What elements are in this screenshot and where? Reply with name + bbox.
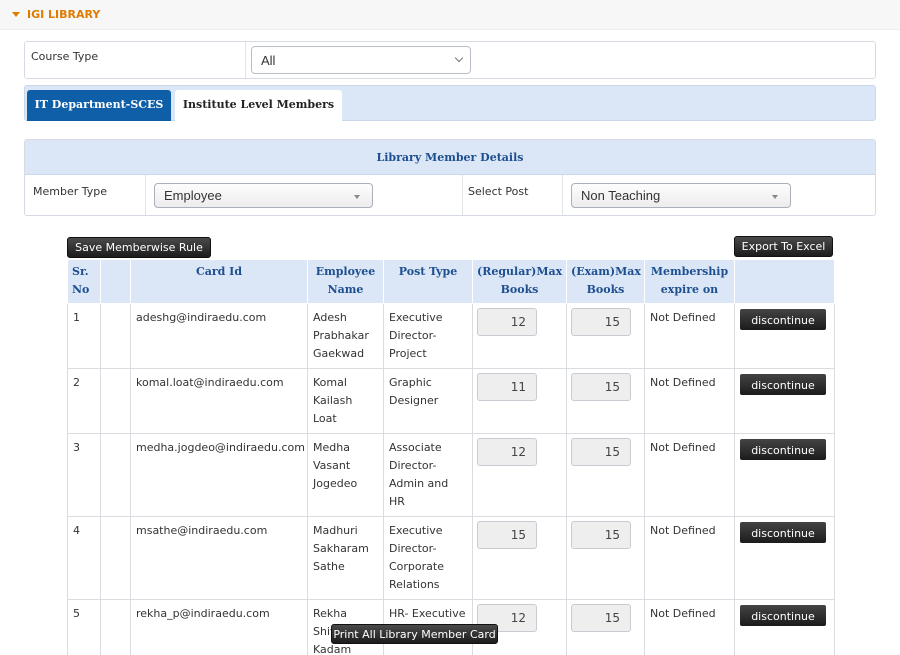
select-post-label: Select Post xyxy=(468,185,529,198)
filter-divider xyxy=(245,42,246,78)
expire-cell: Not Defined xyxy=(644,368,735,434)
sr-no-cell: 1 xyxy=(67,303,101,369)
members-table: Sr. No Card Id Employee Name Post Type (… xyxy=(67,259,835,655)
exam-max-cell: 15 xyxy=(566,599,645,655)
exam-max-cell: 15 xyxy=(566,433,645,517)
employee-name-cell: Adesh Prabhakar Gaekwad xyxy=(307,303,384,369)
employee-name-cell: Madhuri Sakharam Sathe xyxy=(307,516,384,600)
regular-max-input[interactable]: 15 xyxy=(477,521,537,549)
card-id-cell: medha.jogdeo@indiraedu.com xyxy=(130,433,308,517)
course-type-label: Course Type xyxy=(31,50,99,63)
blank-cell xyxy=(100,303,131,369)
card-id-cell: adeshg@indiraedu.com xyxy=(130,303,308,369)
post-type-cell: Executive Director-Corporate Relations xyxy=(383,516,473,600)
exam-max-cell: 15 xyxy=(566,516,645,600)
table-row: 1 adeshg@indiraedu.com Adesh Prabhakar G… xyxy=(67,303,835,369)
table-row: 4 msathe@indiraedu.com Madhuri Sakharam … xyxy=(67,516,835,600)
exam-max-input[interactable]: 15 xyxy=(571,373,631,401)
member-type-value: Employee xyxy=(164,188,222,203)
expire-cell: Not Defined xyxy=(644,599,735,655)
regular-max-cell: 11 xyxy=(472,368,567,434)
dropdown-arrow-icon xyxy=(772,195,778,199)
employee-name-cell: Medha Vasant Jogedeo xyxy=(307,433,384,517)
action-cell: discontinue xyxy=(734,368,835,434)
export-to-excel-button[interactable]: Export To Excel xyxy=(734,236,833,257)
exam-max-cell: 15 xyxy=(566,368,645,434)
sr-no-cell: 3 xyxy=(67,433,101,517)
details-divider-1 xyxy=(145,175,146,215)
header-sr-no: Sr. No xyxy=(67,259,101,304)
regular-max-input[interactable]: 12 xyxy=(477,308,537,336)
exam-max-input[interactable]: 15 xyxy=(571,521,631,549)
exam-max-cell: 15 xyxy=(566,303,645,369)
dropdown-arrow-icon xyxy=(354,195,360,199)
regular-max-input[interactable]: 11 xyxy=(477,373,537,401)
card-id-cell: komal.loat@indiraedu.com xyxy=(130,368,308,434)
blank-cell xyxy=(100,433,131,517)
select-post-select[interactable]: Non Teaching xyxy=(571,183,791,208)
card-id-cell: msathe@indiraedu.com xyxy=(130,516,308,600)
page-title: IGI LIBRARY xyxy=(27,8,101,21)
action-cell: discontinue xyxy=(734,433,835,517)
table-header-row: Sr. No Card Id Employee Name Post Type (… xyxy=(67,259,835,304)
blank-cell xyxy=(100,516,131,600)
discontinue-button[interactable]: discontinue xyxy=(740,605,826,626)
post-type-cell: Associate Director-Admin and HR xyxy=(383,433,473,517)
tab-institute-level-members[interactable]: Institute Level Members xyxy=(175,90,342,121)
header-action xyxy=(734,259,835,304)
regular-max-cell: 15 xyxy=(472,516,567,600)
discontinue-button[interactable]: discontinue xyxy=(740,439,826,460)
table-row: 2 komal.loat@indiraedu.com Komal Kailash… xyxy=(67,368,835,434)
exam-max-input[interactable]: 15 xyxy=(571,308,631,336)
discontinue-button[interactable]: discontinue xyxy=(740,309,826,330)
employee-name-cell: Komal Kailash Loat xyxy=(307,368,384,434)
print-all-member-card-button[interactable]: Print All Library Member Card xyxy=(331,624,498,644)
regular-max-cell: 12 xyxy=(472,303,567,369)
sr-no-cell: 2 xyxy=(67,368,101,434)
blank-cell xyxy=(100,599,131,655)
discontinue-button[interactable]: discontinue xyxy=(740,374,826,395)
sr-no-cell: 4 xyxy=(67,516,101,600)
save-memberwise-rule-button[interactable]: Save Memberwise Rule xyxy=(67,237,211,258)
details-divider-3 xyxy=(562,175,563,215)
tab-it-department[interactable]: IT Department-SCES xyxy=(27,90,171,121)
course-type-filter: Course Type All xyxy=(24,41,876,79)
sr-no-cell: 5 xyxy=(67,599,101,655)
collapse-arrow-icon[interactable] xyxy=(12,12,20,17)
exam-max-input[interactable]: 15 xyxy=(571,604,631,632)
library-member-details: Library Member Details Member Type Emplo… xyxy=(24,139,876,216)
header-post-type: Post Type xyxy=(383,259,473,304)
regular-max-input[interactable]: 12 xyxy=(477,438,537,466)
expire-cell: Not Defined xyxy=(644,303,735,369)
header-blank xyxy=(100,259,131,304)
details-heading: Library Member Details xyxy=(25,140,875,175)
header-regular-max-books: (Regular)Max Books xyxy=(472,259,567,304)
card-id-cell: rekha_p@indiraedu.com xyxy=(130,599,308,655)
course-type-select[interactable]: All xyxy=(251,46,471,74)
blank-cell xyxy=(100,368,131,434)
action-cell: discontinue xyxy=(734,303,835,369)
expire-cell: Not Defined xyxy=(644,433,735,517)
post-type-cell: Executive Director-Project xyxy=(383,303,473,369)
table-row: 3 medha.jogdeo@indiraedu.com Medha Vasan… xyxy=(67,433,835,517)
member-type-select[interactable]: Employee xyxy=(154,183,373,208)
select-post-value: Non Teaching xyxy=(581,188,661,203)
regular-max-cell: 12 xyxy=(472,433,567,517)
discontinue-button[interactable]: discontinue xyxy=(740,522,826,543)
exam-max-input[interactable]: 15 xyxy=(571,438,631,466)
post-type-cell: Graphic Designer xyxy=(383,368,473,434)
header-card-id: Card Id xyxy=(130,259,308,304)
action-cell: discontinue xyxy=(734,599,835,655)
member-type-label: Member Type xyxy=(33,185,108,198)
chevron-down-icon xyxy=(454,53,464,63)
header-membership-expire: Membership expire on xyxy=(644,259,735,304)
library-header-bar: IGI LIBRARY xyxy=(0,0,900,30)
header-exam-max-books: (Exam)Max Books xyxy=(566,259,645,304)
course-type-value: All xyxy=(261,53,276,68)
action-cell: discontinue xyxy=(734,516,835,600)
department-tabs: IT Department-SCES Institute Level Membe… xyxy=(24,85,876,121)
expire-cell: Not Defined xyxy=(644,516,735,600)
details-divider-2 xyxy=(462,175,463,215)
header-employee-name: Employee Name xyxy=(307,259,384,304)
